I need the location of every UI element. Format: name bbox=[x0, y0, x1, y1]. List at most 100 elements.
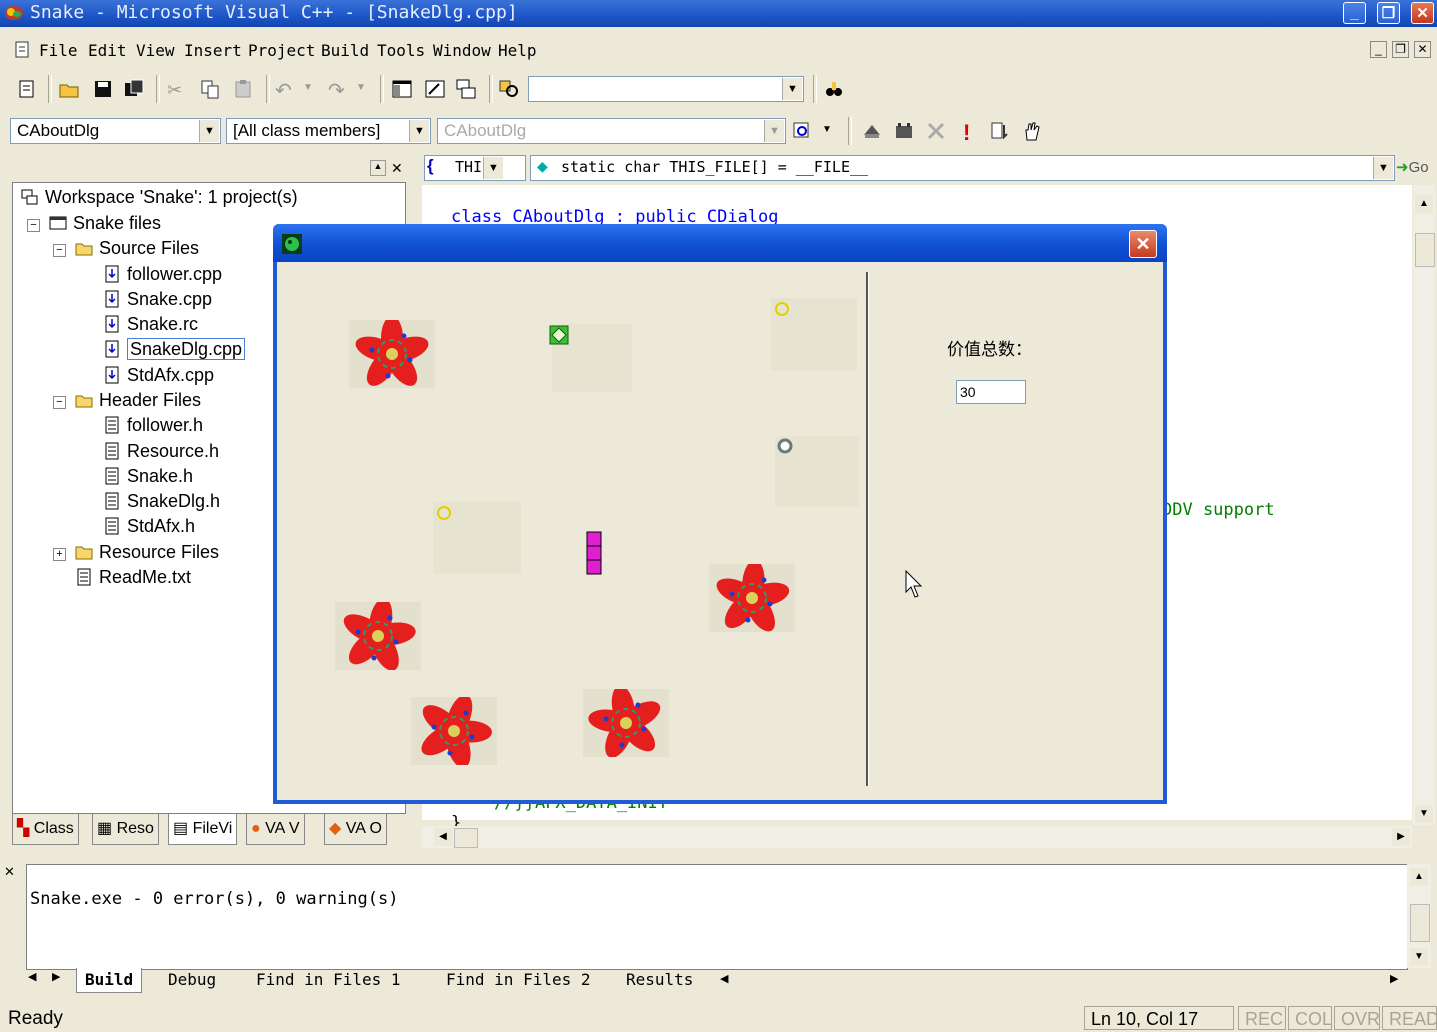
find-binoculars-icon[interactable] bbox=[823, 78, 845, 100]
tree-file[interactable]: Snake.cpp bbox=[103, 289, 212, 310]
tree-file[interactable]: StdAfx.cpp bbox=[103, 365, 214, 386]
find-in-files-icon[interactable] bbox=[498, 78, 520, 100]
collapse-toggle[interactable]: − bbox=[53, 244, 66, 257]
cut-icon[interactable]: ✂ bbox=[167, 80, 182, 101]
tree-folder-header[interactable]: Header Files bbox=[75, 390, 201, 411]
editor-hscrollbar[interactable]: ◀ ▶ bbox=[422, 826, 1412, 848]
scroll-thumb[interactable] bbox=[1410, 904, 1430, 942]
tab-find-in-files-1[interactable]: Find in Files 1 bbox=[256, 968, 401, 992]
go-button[interactable]: ➜Go bbox=[1396, 155, 1429, 181]
workspace-window-icon[interactable] bbox=[391, 78, 413, 100]
breakpoint-hand-icon[interactable] bbox=[1021, 120, 1043, 142]
scroll-down-arrow-icon[interactable]: ▼ bbox=[1410, 948, 1428, 966]
wizard-action-icon[interactable] bbox=[791, 120, 813, 142]
tree-file[interactable]: ReadMe.txt bbox=[75, 567, 191, 588]
tree-workspace-root[interactable]: Workspace 'Snake': 1 project(s) bbox=[21, 187, 298, 208]
find-combo[interactable]: ▼ bbox=[528, 76, 804, 102]
tab-resourceview[interactable]: ▦ Reso bbox=[92, 814, 159, 845]
save-icon[interactable] bbox=[92, 78, 114, 100]
symbol-combo[interactable]: ◆ static char THIS_FILE[] = __FILE__ ▼ bbox=[530, 155, 1395, 181]
mdi-close-button[interactable]: ✕ bbox=[1414, 41, 1431, 58]
new-text-file-icon[interactable] bbox=[16, 78, 38, 100]
value-total-input[interactable]: 30 bbox=[956, 380, 1026, 404]
tab-va-view[interactable]: ● VA V bbox=[246, 814, 305, 845]
menu-window[interactable]: Window bbox=[433, 41, 491, 60]
scroll-down-arrow-icon[interactable]: ▼ bbox=[1415, 805, 1433, 823]
members-combo[interactable]: CAboutDlg ▼ bbox=[437, 118, 786, 144]
tree-file[interactable]: SnakeDlg.h bbox=[103, 491, 220, 512]
tree-folder-source[interactable]: Source Files bbox=[75, 238, 199, 259]
tab-fileview[interactable]: ▤ FileVi bbox=[168, 814, 238, 845]
build-icon[interactable] bbox=[893, 120, 915, 142]
collapse-toggle[interactable]: − bbox=[27, 219, 40, 232]
window-titlebar[interactable]: Snake - Microsoft Visual C++ - [SnakeDlg… bbox=[0, 0, 1437, 27]
wizard-dropdown-icon[interactable]: ▼ bbox=[822, 124, 832, 135]
editor-vscrollbar[interactable]: ▲ ▼ bbox=[1413, 185, 1435, 825]
scope-combo[interactable]: { THI ▼ bbox=[424, 155, 526, 181]
hscroll-right-icon[interactable]: ▶ bbox=[1390, 972, 1398, 985]
open-folder-icon[interactable] bbox=[58, 78, 80, 100]
copy-icon[interactable] bbox=[199, 78, 221, 100]
save-all-icon[interactable] bbox=[123, 78, 145, 100]
undo-dropdown-icon[interactable]: ▼ bbox=[303, 82, 313, 93]
tab-scroll-left-icon[interactable]: ◀ bbox=[28, 970, 36, 983]
dialog-titlebar[interactable]: ✕ bbox=[273, 224, 1167, 262]
tree-file[interactable]: Snake.rc bbox=[103, 314, 198, 335]
menu-help[interactable]: Help bbox=[498, 41, 537, 60]
output-window[interactable]: Snake.exe - 0 error(s), 0 warning(s) bbox=[26, 864, 1408, 970]
menu-build[interactable]: Build bbox=[321, 41, 369, 60]
output-close-button[interactable]: ✕ bbox=[4, 864, 22, 880]
menu-project[interactable]: Project bbox=[248, 41, 315, 60]
scroll-left-arrow-icon[interactable]: ◀ bbox=[434, 828, 452, 846]
tree-file[interactable]: follower.cpp bbox=[103, 264, 222, 285]
scroll-up-arrow-icon[interactable]: ▲ bbox=[1410, 868, 1428, 886]
scroll-up-arrow-icon[interactable]: ▲ bbox=[1415, 195, 1433, 213]
tab-debug[interactable]: Debug bbox=[168, 968, 216, 992]
snake-dialog[interactable]: ✕ 价值总数： 30 bbox=[273, 224, 1167, 804]
mdi-minimize-button[interactable]: _ bbox=[1370, 41, 1387, 58]
tab-find-in-files-2[interactable]: Find in Files 2 bbox=[446, 968, 591, 992]
class-combo[interactable]: CAboutDlg ▼ bbox=[10, 118, 221, 144]
tree-file-selected[interactable]: SnakeDlg.cpp bbox=[103, 338, 246, 360]
menu-edit[interactable]: Edit bbox=[88, 41, 127, 60]
tree-file[interactable]: StdAfx.h bbox=[103, 516, 195, 537]
menu-insert[interactable]: Insert bbox=[184, 41, 242, 60]
tree-file[interactable]: Snake.h bbox=[103, 466, 193, 487]
execute-icon[interactable]: ! bbox=[963, 120, 970, 146]
tree-file[interactable]: Resource.h bbox=[103, 441, 219, 462]
scroll-right-arrow-icon[interactable]: ▶ bbox=[1392, 828, 1410, 846]
stop-build-icon[interactable] bbox=[925, 120, 947, 142]
tree-file[interactable]: follower.h bbox=[103, 415, 203, 436]
pane-maximize-button[interactable]: ▲ bbox=[370, 160, 386, 176]
menu-file[interactable]: File bbox=[39, 41, 78, 60]
undo-icon[interactable]: ↶ bbox=[275, 78, 292, 103]
tab-scroll-right-icon[interactable]: ▶ bbox=[52, 970, 60, 983]
close-button[interactable]: ✕ bbox=[1411, 2, 1434, 24]
tab-va-outline[interactable]: ◆ VA O bbox=[324, 814, 387, 845]
menu-view[interactable]: View bbox=[136, 41, 175, 60]
tab-results[interactable]: Results bbox=[626, 968, 693, 992]
collapse-toggle[interactable]: − bbox=[53, 396, 66, 409]
output-window-icon[interactable] bbox=[424, 78, 446, 100]
tab-build[interactable]: Build bbox=[76, 968, 143, 993]
redo-icon[interactable]: ↷ bbox=[328, 78, 345, 103]
mdi-restore-button[interactable]: ❐ bbox=[1392, 41, 1409, 58]
hscroll-thumb[interactable] bbox=[454, 828, 478, 848]
menu-tools[interactable]: Tools bbox=[377, 41, 425, 60]
paste-icon[interactable] bbox=[232, 78, 254, 100]
compile-icon[interactable] bbox=[861, 120, 883, 142]
tree-folder-resource[interactable]: Resource Files bbox=[75, 542, 219, 563]
redo-dropdown-icon[interactable]: ▼ bbox=[356, 82, 366, 93]
expand-toggle[interactable]: + bbox=[53, 548, 66, 561]
scroll-thumb[interactable] bbox=[1415, 233, 1435, 267]
dialog-close-button[interactable]: ✕ bbox=[1129, 230, 1157, 258]
output-vscrollbar[interactable]: ▲ ▼ bbox=[1407, 864, 1431, 968]
go-icon[interactable] bbox=[989, 120, 1011, 142]
minimize-button[interactable]: _ bbox=[1343, 2, 1366, 24]
filter-combo[interactable]: [All class members] ▼ bbox=[226, 118, 431, 144]
restore-button[interactable]: ❐ bbox=[1377, 2, 1400, 24]
tree-project[interactable]: Snake files bbox=[49, 213, 161, 234]
window-list-icon[interactable] bbox=[455, 78, 477, 100]
hscroll-left-icon[interactable]: ◀ bbox=[720, 972, 728, 985]
game-board[interactable] bbox=[277, 262, 865, 800]
